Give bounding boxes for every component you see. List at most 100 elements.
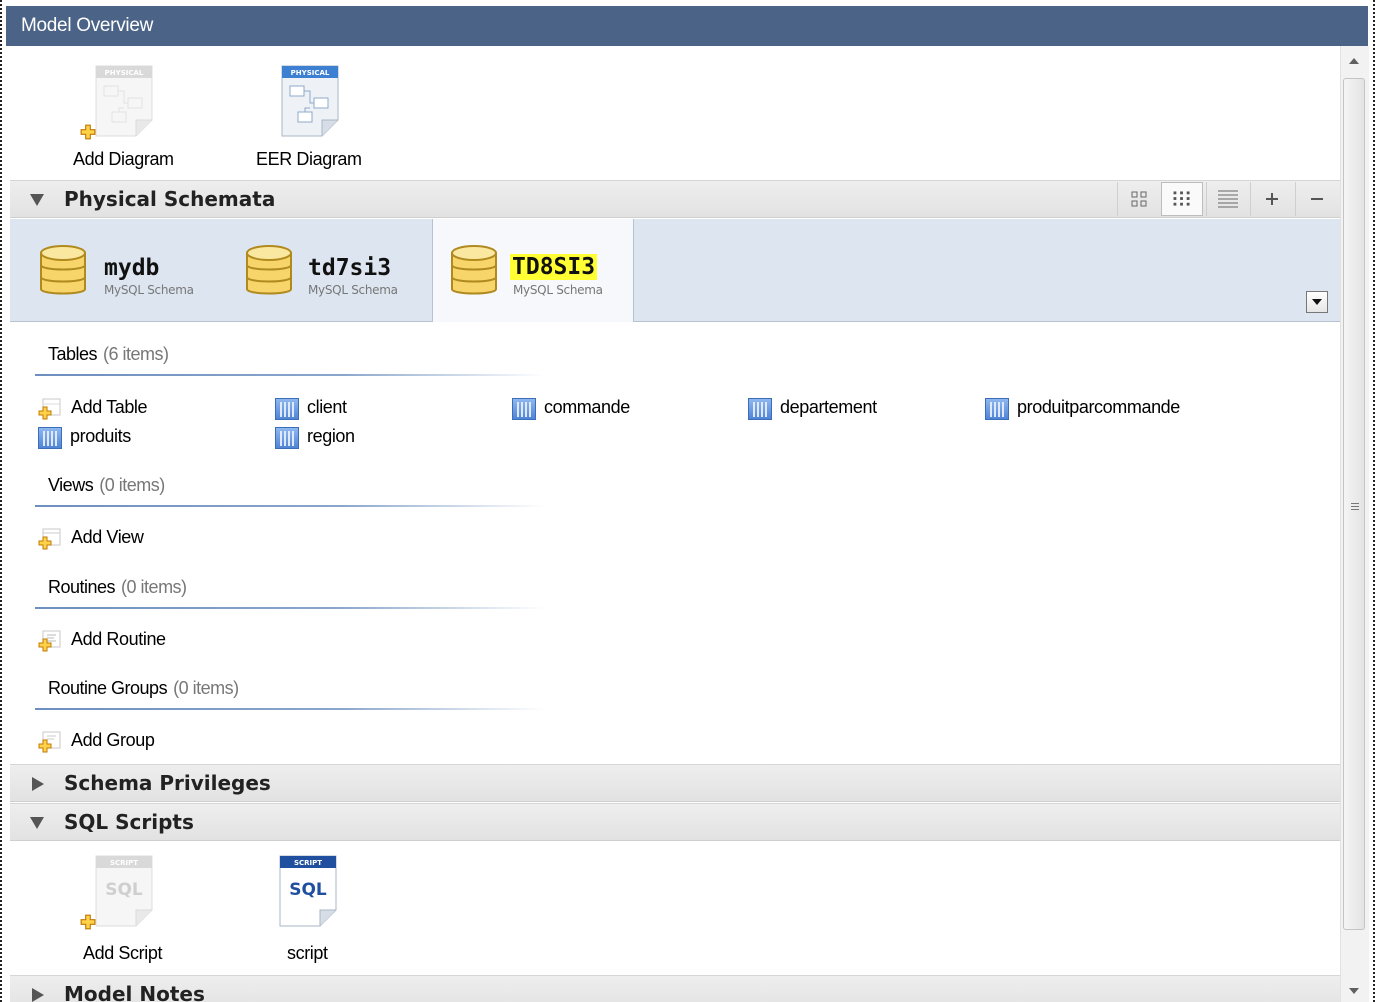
sql-scripts-header[interactable]: SQL Scripts <box>10 803 1340 841</box>
group-divider <box>35 607 545 609</box>
add-schema-button[interactable] <box>1250 182 1292 216</box>
database-icon <box>246 245 292 295</box>
list-view-button[interactable] <box>1206 182 1248 216</box>
schema-type: MySQL Schema <box>308 283 398 297</box>
group-title-text: Routines <box>48 577 116 597</box>
group-count: (0 items) <box>99 475 165 495</box>
script-badge: SCRIPT <box>110 859 138 867</box>
item-label: produits <box>70 426 131 446</box>
database-icon <box>40 245 86 295</box>
script-item[interactable]: SCRIPT SQL <box>278 854 342 934</box>
model-notes-header[interactable]: Model Notes <box>10 975 1340 1002</box>
add-routine-item[interactable]: Add Routine <box>38 628 198 652</box>
add-group-icon <box>38 731 61 753</box>
add-diagram-item[interactable]: PHYSICAL <box>80 64 158 144</box>
item-label: produitparcommande <box>1017 397 1180 417</box>
table-icon <box>275 398 299 420</box>
table-item-client[interactable]: client <box>274 396 424 420</box>
item-label: departement <box>780 397 877 417</box>
group-count: (0 items) <box>121 577 187 597</box>
diagram-add-icon: PHYSICAL <box>95 65 153 137</box>
table-item-commande[interactable]: commande <box>511 396 661 420</box>
grip-icon <box>1351 503 1359 504</box>
schema-name: td7si3 <box>308 255 392 281</box>
table-icon <box>748 398 772 420</box>
overview-content: PHYSICAL Add Diagram PHYSICAL EER Diagra… <box>10 46 1340 1002</box>
add-diagram-label[interactable]: Add Diagram <box>73 149 174 170</box>
section-title: Model Notes <box>64 982 205 1002</box>
group-count: (6 items) <box>103 344 169 364</box>
section-title: Schema Privileges <box>64 771 271 795</box>
eer-diagram-label[interactable]: EER Diagram <box>256 149 362 170</box>
sql-text: SQL <box>105 880 143 900</box>
collapse-triangle-icon[interactable] <box>30 194 44 206</box>
add-view-item[interactable]: Add View <box>38 526 188 550</box>
item-label: client <box>307 397 347 417</box>
schema-privileges-header[interactable]: Schema Privileges <box>10 764 1340 802</box>
vertical-scrollbar[interactable] <box>1340 46 1369 1002</box>
add-plus-icon <box>80 124 96 140</box>
scroll-up-arrow-icon[interactable] <box>1349 58 1359 64</box>
add-table-icon <box>38 398 61 420</box>
window-title: Model Overview <box>6 6 1368 46</box>
scroll-down-arrow-icon[interactable] <box>1349 988 1359 994</box>
group-divider <box>35 374 545 376</box>
expand-triangle-icon[interactable] <box>32 988 44 1002</box>
schema-tab-td8si3[interactable]: TD8SI3 MySQL Schema <box>432 219 634 322</box>
item-label: Add Group <box>71 730 155 750</box>
schema-dropdown-button[interactable] <box>1306 291 1328 313</box>
large-icons-view-icon <box>1131 191 1147 207</box>
item-label: commande <box>544 397 630 417</box>
diagram-badge: PHYSICAL <box>291 69 330 77</box>
add-table-item[interactable]: Add Table <box>38 396 188 420</box>
collapse-triangle-icon[interactable] <box>30 817 44 829</box>
schema-tab-mydb[interactable]: mydb MySQL Schema <box>28 219 228 321</box>
schema-name: TD8SI3 <box>510 254 598 280</box>
plus-icon <box>1266 193 1278 205</box>
scrollbar-thumb[interactable] <box>1343 78 1365 930</box>
small-icons-view-icon <box>1173 191 1190 206</box>
add-script-label[interactable]: Add Script <box>83 943 162 964</box>
script-label[interactable]: script <box>287 943 328 964</box>
add-group-item[interactable]: Add Group <box>38 729 188 753</box>
table-item-departement[interactable]: departement <box>747 396 897 420</box>
add-view-icon <box>38 528 61 550</box>
diagram-badge: PHYSICAL <box>105 69 144 77</box>
group-divider <box>35 505 545 507</box>
schema-tab-strip: mydb MySQL Schema td7si3 MySQL Schema TD… <box>10 219 1340 322</box>
add-routine-icon <box>38 630 61 652</box>
group-title-text: Views <box>48 475 94 495</box>
list-view-icon <box>1218 190 1238 208</box>
expand-triangle-icon[interactable] <box>32 777 44 791</box>
eer-diagram-icon: PHYSICAL <box>281 65 339 137</box>
routines-group-title: Routines (0 items) <box>48 577 187 598</box>
schema-tab-td7si3[interactable]: td7si3 MySQL Schema <box>232 219 432 321</box>
small-icons-view-button[interactable] <box>1161 182 1203 216</box>
group-count: (0 items) <box>173 678 239 698</box>
sql-text: SQL <box>289 880 327 900</box>
remove-schema-button[interactable] <box>1295 182 1337 216</box>
add-script-item[interactable]: SCRIPT SQL <box>80 854 158 934</box>
schema-type: MySQL Schema <box>104 283 194 297</box>
group-title-text: Tables <box>48 344 98 364</box>
schema-type: MySQL Schema <box>513 283 603 297</box>
large-icons-view-button[interactable] <box>1117 182 1159 216</box>
item-label: Add Routine <box>71 629 166 649</box>
database-icon <box>451 245 497 295</box>
item-label: Add Table <box>71 397 148 417</box>
add-plus-icon <box>80 914 96 930</box>
views-group-title: Views (0 items) <box>48 475 165 496</box>
table-icon <box>512 398 536 420</box>
tables-group-title: Tables (6 items) <box>48 344 169 365</box>
group-divider <box>35 708 545 710</box>
physical-schemata-header[interactable]: Physical Schemata <box>10 180 1340 218</box>
item-label: Add View <box>71 527 144 547</box>
item-label: region <box>307 426 355 446</box>
table-item-region[interactable]: region <box>274 425 424 449</box>
table-item-produitparcommande[interactable]: produitparcommande <box>984 396 1194 420</box>
eer-diagram-item[interactable]: PHYSICAL <box>280 64 344 144</box>
section-title: Physical Schemata <box>64 187 276 211</box>
minus-icon <box>1311 198 1323 200</box>
script-icon: SCRIPT SQL <box>279 855 337 927</box>
table-item-produits[interactable]: produits <box>37 425 187 449</box>
